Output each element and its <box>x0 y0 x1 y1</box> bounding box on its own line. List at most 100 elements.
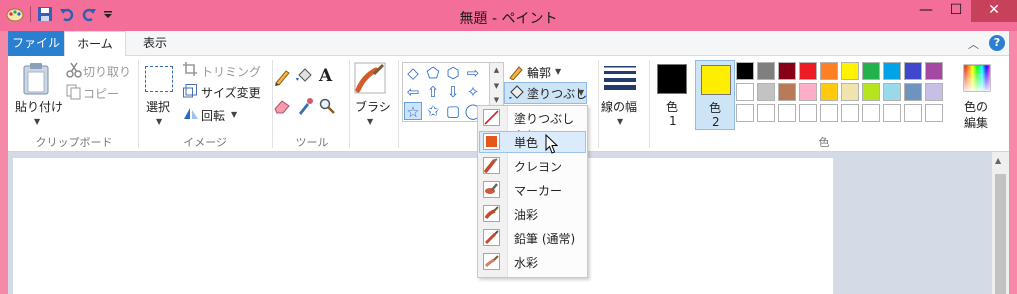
minimize-button[interactable]: — <box>911 0 941 22</box>
shape-rounded-callout[interactable]: ▢ <box>444 102 462 120</box>
palette-swatch[interactable] <box>862 83 880 101</box>
palette-swatch[interactable] <box>904 104 922 122</box>
drawing-canvas[interactable] <box>13 158 833 294</box>
edit-colors-icon[interactable] <box>963 64 991 92</box>
palette-swatch[interactable] <box>925 104 943 122</box>
palette-swatch[interactable] <box>862 104 880 122</box>
cut-button[interactable]: 切り取り <box>83 63 131 80</box>
paste-dropdown-icon[interactable]: ▼ <box>34 117 40 126</box>
fill-bucket-icon[interactable] <box>295 68 313 86</box>
outline-button[interactable]: 輪郭 <box>527 64 551 81</box>
color2-label-line2: 2 <box>712 115 720 129</box>
palette-swatch[interactable] <box>757 83 775 101</box>
tab-view[interactable]: 表示 <box>130 31 180 56</box>
resize-button[interactable]: サイズ変更 <box>201 84 261 101</box>
rotate-dropdown-icon[interactable]: ▼ <box>231 110 237 119</box>
select-icon[interactable] <box>145 66 173 92</box>
edit-colors-label-line1[interactable]: 色の <box>964 98 988 115</box>
palette-swatch[interactable] <box>841 104 859 122</box>
menu-item-oil-paint[interactable]: 油彩 <box>479 203 586 225</box>
text-tool-icon[interactable]: A <box>319 66 332 86</box>
palette-swatch[interactable] <box>862 62 880 80</box>
shape-up-arrow[interactable]: ⇧ <box>424 83 442 101</box>
scroll-up-icon[interactable]: ▲ <box>995 156 1001 165</box>
menu-item-label: 油彩 <box>514 208 539 222</box>
window-title: 無題 - ペイント <box>459 11 558 27</box>
palette-swatch[interactable] <box>904 83 922 101</box>
shape-pentagon[interactable]: ⬠ <box>424 64 442 82</box>
palette-swatch[interactable] <box>757 62 775 80</box>
shape-diamond[interactable]: ◇ <box>404 64 422 82</box>
paste-icon[interactable] <box>22 62 50 96</box>
palette-swatch[interactable] <box>820 83 838 101</box>
palette-swatch[interactable] <box>883 62 901 80</box>
vertical-scrollbar[interactable]: ▲ <box>992 152 1009 294</box>
edit-colors-label-line2[interactable]: 編集 <box>964 114 988 131</box>
palette-swatch[interactable] <box>883 83 901 101</box>
palette-swatch[interactable] <box>799 104 817 122</box>
shape-hexagon[interactable]: ⬡ <box>444 64 462 82</box>
palette-swatch[interactable] <box>799 62 817 80</box>
select-dropdown-icon[interactable]: ▼ <box>156 117 162 126</box>
palette-swatch[interactable] <box>736 104 754 122</box>
brushes-icon[interactable] <box>354 62 386 94</box>
palette-swatch[interactable] <box>778 62 796 80</box>
outline-dropdown-icon[interactable]: ▼ <box>555 67 561 76</box>
menu-item-marker[interactable]: マーカー <box>479 179 586 201</box>
gallery-expand-icon[interactable]: ▼ <box>490 96 503 104</box>
line-width-dropdown-icon[interactable]: ▼ <box>617 117 623 126</box>
eraser-icon[interactable] <box>273 98 291 114</box>
menu-item-no-fill[interactable]: 塗りつぶしなし <box>479 107 586 143</box>
palette-swatch[interactable] <box>925 62 943 80</box>
maximize-button[interactable]: ☐ <box>941 0 971 22</box>
palette-swatch[interactable] <box>799 83 817 101</box>
palette-swatch[interactable] <box>820 62 838 80</box>
palette-swatch[interactable] <box>778 104 796 122</box>
brushes-label[interactable]: ブラシ <box>355 98 391 115</box>
palette-swatch[interactable] <box>883 104 901 122</box>
close-button[interactable]: ✕ <box>971 0 1017 22</box>
tab-file[interactable]: ファイル <box>8 31 64 56</box>
shape-down-arrow[interactable]: ⇩ <box>444 83 462 101</box>
palette-swatch[interactable] <box>841 62 859 80</box>
shape-left-arrow[interactable]: ⇦ <box>404 83 422 101</box>
title-bar: 無題 - ペイント — ☐ ✕ <box>0 0 1017 31</box>
shape-six-point-star[interactable]: ✩ <box>424 102 442 120</box>
shape-five-point-star[interactable]: ☆ <box>404 102 422 121</box>
palette-swatch[interactable] <box>736 83 754 101</box>
palette-swatch[interactable] <box>757 104 775 122</box>
crop-button[interactable]: トリミング <box>201 63 261 80</box>
copy-button[interactable]: コピー <box>83 85 119 102</box>
help-icon[interactable]: ? <box>989 35 1005 51</box>
scroll-down-icon[interactable]: ▼ <box>490 82 503 90</box>
color1-label-line2: 1 <box>669 114 677 128</box>
color-picker-icon[interactable] <box>297 97 313 115</box>
scroll-up-icon[interactable]: ▲ <box>490 66 503 74</box>
color2-button[interactable]: 色 2 <box>695 60 735 130</box>
select-label[interactable]: 選択 <box>146 98 170 115</box>
shape-four-point-star[interactable]: ✧ <box>464 83 482 101</box>
palette-swatch[interactable] <box>820 104 838 122</box>
palette-swatch[interactable] <box>736 62 754 80</box>
palette-swatch[interactable] <box>841 83 859 101</box>
line-width-icon[interactable] <box>604 66 636 90</box>
pencil-icon[interactable] <box>273 68 291 86</box>
color1-button[interactable]: 色 1 <box>653 60 691 130</box>
brushes-dropdown-icon[interactable]: ▼ <box>367 117 373 126</box>
palette-swatch[interactable] <box>925 83 943 101</box>
menu-item-crayon[interactable]: クレヨン <box>479 155 586 177</box>
palette-swatch[interactable] <box>778 83 796 101</box>
menu-item-pencil[interactable]: 鉛筆 (通常) <box>479 227 586 249</box>
scrollbar-thumb[interactable] <box>995 174 1006 294</box>
magnifier-icon[interactable] <box>319 98 335 114</box>
rotate-button[interactable]: 回転 <box>201 107 225 124</box>
fill-dropdown-icon[interactable]: ▼ <box>578 88 584 97</box>
shape-right-arrow[interactable]: ⇨ <box>464 64 482 82</box>
palette-swatch[interactable] <box>904 62 922 80</box>
minimize-ribbon-icon[interactable]: ︿ <box>968 36 979 52</box>
tab-home[interactable]: ホーム <box>64 31 126 57</box>
paste-label[interactable]: 貼り付け <box>15 98 63 115</box>
menu-item-watercolor[interactable]: 水彩 <box>479 251 586 273</box>
menu-item-solid-color[interactable]: 単色 <box>479 131 586 153</box>
line-width-label[interactable]: 線の幅 <box>601 98 637 115</box>
